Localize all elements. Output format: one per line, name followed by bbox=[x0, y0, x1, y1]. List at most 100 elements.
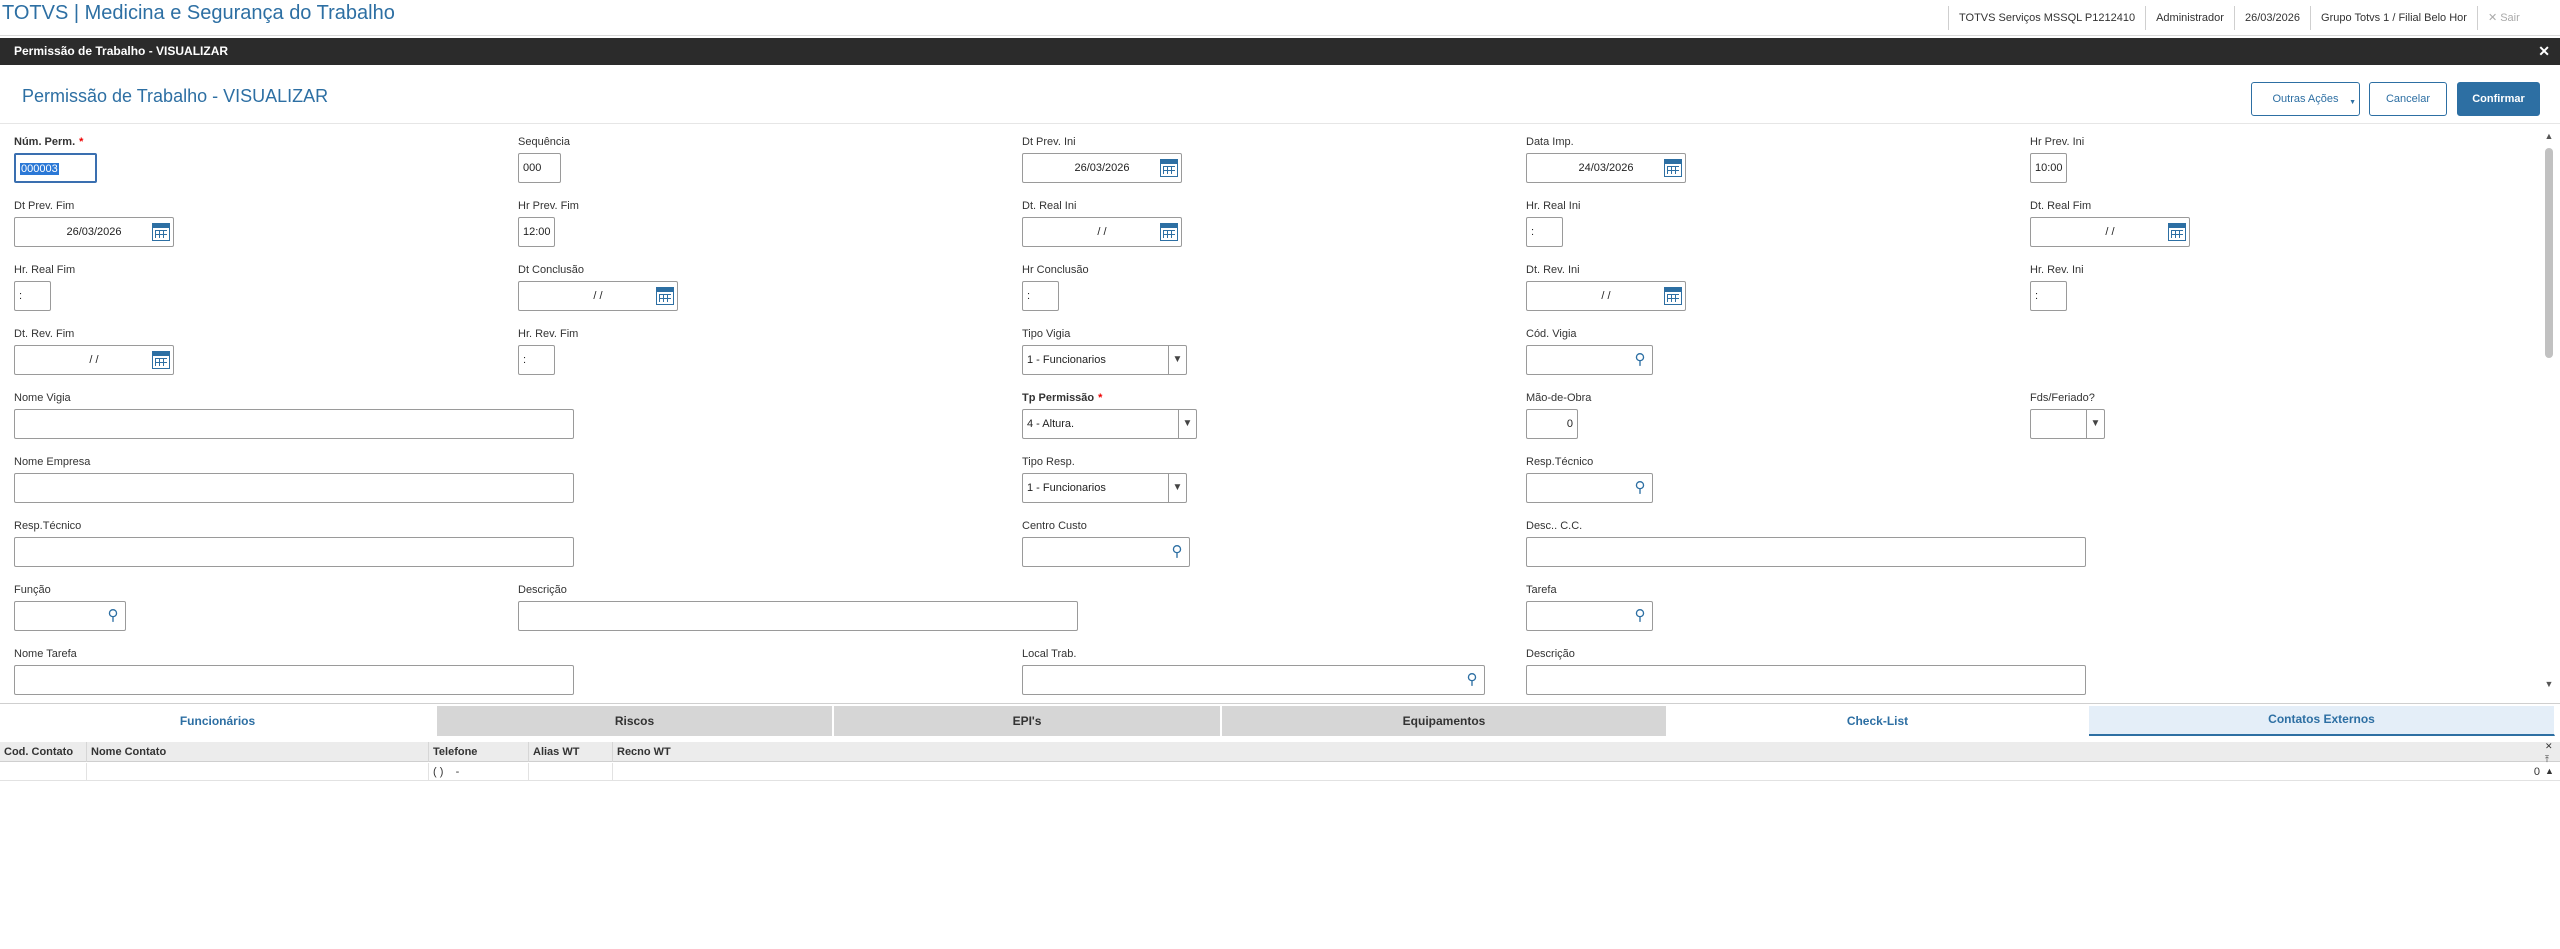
calendar-icon[interactable] bbox=[1160, 223, 1178, 241]
hr-real-fim-input[interactable]: : bbox=[14, 281, 51, 311]
tab-funcionarios[interactable]: Funcionários bbox=[0, 706, 436, 736]
desc-cc-input[interactable] bbox=[1526, 537, 2086, 567]
fds-feriado-select[interactable]: ▼ bbox=[2030, 409, 2105, 439]
search-icon[interactable]: ⚲ bbox=[1168, 543, 1186, 561]
search-icon[interactable]: ⚲ bbox=[1463, 671, 1481, 689]
tp-permissao-select[interactable]: 4 - Altura. ▼ bbox=[1022, 409, 1197, 439]
cell-cod-contato[interactable] bbox=[0, 763, 87, 781]
hr-conclusao-input[interactable]: : bbox=[1022, 281, 1059, 311]
field-label: Sequência bbox=[518, 136, 570, 148]
field-label: Hr. Real Fim bbox=[14, 264, 76, 276]
app-title: TOTVS | Medicina e Segurança do Trabalho bbox=[2, 2, 395, 24]
funcao-input[interactable]: ⚲ bbox=[14, 601, 126, 631]
field-resp-tecnico-cod: Resp.Técnico ⚲ bbox=[1526, 455, 1653, 503]
field-label: Data Imp. bbox=[1526, 136, 1574, 148]
form-scrollbar[interactable]: ▲ ▼ bbox=[2543, 130, 2555, 690]
close-icon[interactable]: ✕ bbox=[2545, 741, 2553, 752]
calendar-icon[interactable] bbox=[152, 351, 170, 369]
cell-alias-wt[interactable] bbox=[529, 763, 613, 781]
local-trab-input[interactable]: ⚲ bbox=[1022, 665, 1485, 695]
field-label: Descrição bbox=[518, 584, 567, 596]
dt-prev-fim-input[interactable]: 26/03/2026 bbox=[14, 217, 174, 247]
scroll-up-icon[interactable]: ▲ bbox=[2545, 766, 2554, 776]
calendar-icon[interactable] bbox=[2168, 223, 2186, 241]
cell-recno-wt[interactable] bbox=[613, 763, 713, 781]
column-header[interactable]: Recno WT bbox=[613, 742, 713, 762]
resp-tecnico-nome-input[interactable] bbox=[14, 537, 574, 567]
field-centro-custo: Centro Custo ⚲ bbox=[1022, 519, 1190, 567]
field-label: Dt Prev. Fim bbox=[14, 200, 75, 212]
tipo-resp-select[interactable]: 1 - Funcionarios ▼ bbox=[1022, 473, 1187, 503]
confirm-button[interactable]: Confirmar bbox=[2457, 82, 2540, 116]
dt-prev-ini-input[interactable]: 26/03/2026 bbox=[1022, 153, 1182, 183]
tipo-vigia-select[interactable]: 1 - Funcionarios ▼ bbox=[1022, 345, 1187, 375]
dt-rev-ini-input[interactable]: / / bbox=[1526, 281, 1686, 311]
table-row[interactable]: ( ) - 0 bbox=[0, 763, 2560, 781]
chevron-down-icon[interactable]: ▼ bbox=[1178, 410, 1196, 438]
hr-real-ini-input[interactable]: : bbox=[1526, 217, 1563, 247]
scroll-up-icon[interactable]: ▲ bbox=[2543, 130, 2555, 142]
search-icon[interactable]: ⚲ bbox=[104, 607, 122, 625]
close-icon: ✕ bbox=[2487, 12, 2498, 24]
num-perm-input[interactable]: 000003 bbox=[14, 153, 97, 183]
column-header[interactable]: Nome Contato bbox=[87, 742, 429, 762]
tab-riscos[interactable]: Riscos bbox=[437, 706, 833, 736]
resp-tecnico-cod-input[interactable]: ⚲ bbox=[1526, 473, 1653, 503]
nome-empresa-input[interactable] bbox=[14, 473, 574, 503]
calendar-icon[interactable] bbox=[152, 223, 170, 241]
hr-prev-fim-input[interactable]: 12:00 bbox=[518, 217, 555, 247]
other-actions-button[interactable]: Outras Ações ▼ bbox=[2251, 82, 2360, 116]
hr-rev-fim-input[interactable]: : bbox=[518, 345, 555, 375]
calendar-icon[interactable] bbox=[656, 287, 674, 305]
calendar-icon[interactable] bbox=[1664, 159, 1682, 177]
dt-rev-fim-input[interactable]: / / bbox=[14, 345, 174, 375]
scrollbar-thumb[interactable] bbox=[2545, 148, 2553, 358]
cell-nome-contato[interactable] bbox=[87, 763, 429, 781]
cod-vigia-input[interactable]: ⚲ bbox=[1526, 345, 1653, 375]
close-icon[interactable]: ✕ bbox=[2538, 38, 2550, 65]
field-label: Mão-de-Obra bbox=[1526, 392, 1592, 404]
column-header[interactable]: Cod. Contato bbox=[0, 742, 87, 762]
hr-prev-ini-input[interactable]: 10:00 bbox=[2030, 153, 2067, 183]
column-header[interactable]: Telefone bbox=[429, 742, 529, 762]
search-icon[interactable]: ⚲ bbox=[1631, 479, 1649, 497]
data-imp-input[interactable]: 24/03/2026 bbox=[1526, 153, 1686, 183]
field-dt-real-ini: Dt. Real Ini / / bbox=[1022, 199, 1182, 247]
sequencia-input[interactable]: 000 bbox=[518, 153, 561, 183]
field-label: Dt. Real Ini bbox=[1022, 200, 1077, 212]
field-label: Dt Prev. Ini bbox=[1022, 136, 1076, 148]
field-label: Núm. Perm. * bbox=[14, 136, 84, 148]
nome-tarefa-input[interactable] bbox=[14, 665, 574, 695]
scroll-down-icon[interactable]: ▼ bbox=[2543, 678, 2555, 690]
descricao-funcao-input[interactable] bbox=[518, 601, 1078, 631]
dt-real-ini-input[interactable]: / / bbox=[1022, 217, 1182, 247]
tab-bar: Funcionários Riscos EPI's Equipamentos C… bbox=[0, 703, 2560, 736]
calendar-icon[interactable] bbox=[1664, 287, 1682, 305]
search-icon[interactable]: ⚲ bbox=[1631, 607, 1649, 625]
tab-contatos-externos[interactable]: Contatos Externos bbox=[2089, 706, 2555, 736]
tab-epis[interactable]: EPI's bbox=[834, 706, 1221, 736]
field-dt-rev-fim: Dt. Rev. Fim / / bbox=[14, 327, 174, 375]
tarefa-input[interactable]: ⚲ bbox=[1526, 601, 1653, 631]
branch-name[interactable]: Grupo Totvs 1 / Filial Belo Hor bbox=[2310, 6, 2477, 30]
search-icon[interactable]: ⚲ bbox=[1631, 351, 1649, 369]
logout-button[interactable]: ✕ Sair bbox=[2476, 6, 2530, 30]
dt-conclusao-input[interactable]: / / bbox=[518, 281, 678, 311]
centro-custo-input[interactable]: ⚲ bbox=[1022, 537, 1190, 567]
field-label: Centro Custo bbox=[1022, 520, 1087, 532]
tab-equipamentos[interactable]: Equipamentos bbox=[1222, 706, 1667, 736]
mao-de-obra-input[interactable]: 0 bbox=[1526, 409, 1578, 439]
chevron-down-icon[interactable]: ▼ bbox=[2086, 410, 2104, 438]
dt-real-fim-input[interactable]: / / bbox=[2030, 217, 2190, 247]
chevron-down-icon[interactable]: ▼ bbox=[1168, 474, 1186, 502]
cell-telefone[interactable]: ( ) - bbox=[429, 763, 529, 781]
user-name[interactable]: Administrador bbox=[2145, 6, 2234, 30]
nome-vigia-input[interactable] bbox=[14, 409, 574, 439]
chevron-down-icon[interactable]: ▼ bbox=[1168, 346, 1186, 374]
descricao-local-input[interactable] bbox=[1526, 665, 2086, 695]
tab-check-list[interactable]: Check-List bbox=[1668, 706, 2088, 736]
column-header[interactable]: Alias WT bbox=[529, 742, 613, 762]
calendar-icon[interactable] bbox=[1160, 159, 1178, 177]
hr-rev-ini-input[interactable]: : bbox=[2030, 281, 2067, 311]
cancel-button[interactable]: Cancelar bbox=[2369, 82, 2447, 116]
